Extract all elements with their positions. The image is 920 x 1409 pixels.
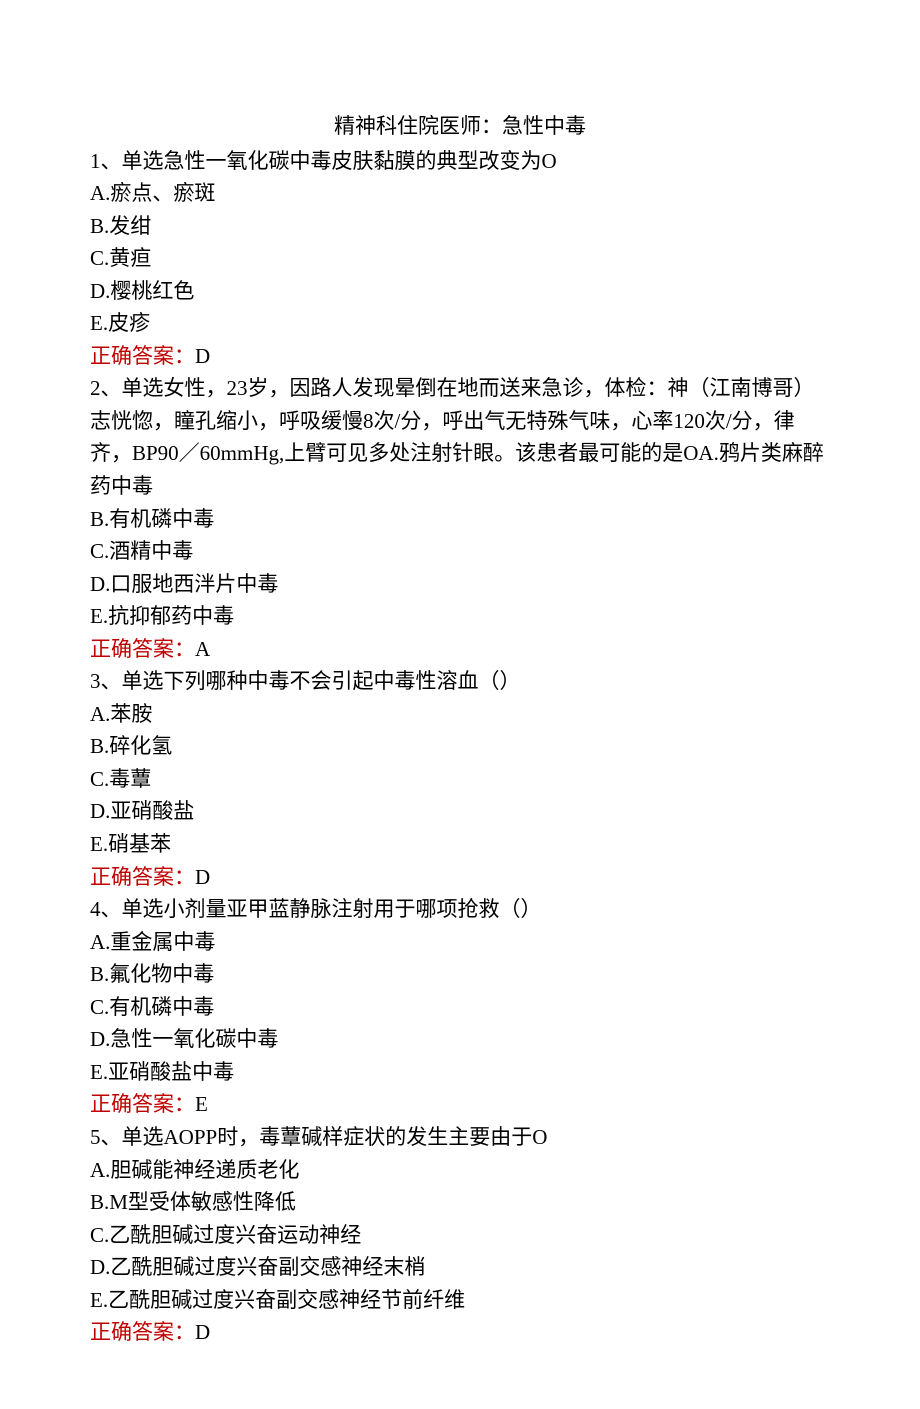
question-option: E.抗抑郁药中毒 — [90, 600, 830, 633]
answer-label: 正确答案： — [90, 865, 195, 889]
question-option: D.口服地西泮片中毒 — [90, 568, 830, 601]
question-option: B.碎化氢 — [90, 730, 830, 763]
question-option: D.亚硝酸盐 — [90, 795, 830, 828]
document-title: 精神科住院医师：急性中毒 — [90, 110, 830, 143]
answer-label: 正确答案： — [90, 1320, 195, 1344]
answer-label: 正确答案： — [90, 344, 195, 368]
answer-line: 正确答案：A — [90, 633, 830, 666]
question-stem: 4、单选小剂量亚甲蓝静脉注射用于哪项抢救（） — [90, 893, 830, 926]
answer-line: 正确答案：E — [90, 1088, 830, 1121]
question-stem: 1、单选急性一氧化碳中毒皮肤黏膜的典型改变为O — [90, 145, 830, 178]
answer-value: A — [195, 637, 210, 661]
question-option: A.苯胺 — [90, 698, 830, 731]
question-3: 3、单选下列哪种中毒不会引起中毒性溶血（） A.苯胺 B.碎化氢 C.毒蕈 D.… — [90, 665, 830, 893]
question-option: A.重金属中毒 — [90, 926, 830, 959]
question-stem: 2、单选女性，23岁，因路人发现晕倒在地而送来急诊，体检：神（江南博哥）志恍惚，… — [90, 372, 830, 502]
answer-line: 正确答案：D — [90, 340, 830, 373]
question-option: B.发绀 — [90, 210, 830, 243]
question-option: C.酒精中毒 — [90, 535, 830, 568]
question-2: 2、单选女性，23岁，因路人发现晕倒在地而送来急诊，体检：神（江南博哥）志恍惚，… — [90, 372, 830, 665]
answer-line: 正确答案：D — [90, 1316, 830, 1349]
question-option: D.急性一氧化碳中毒 — [90, 1023, 830, 1056]
question-option: E.乙酰胆碱过度兴奋副交感神经节前纤维 — [90, 1284, 830, 1317]
question-stem: 3、单选下列哪种中毒不会引起中毒性溶血（） — [90, 665, 830, 698]
question-option: E.硝基苯 — [90, 828, 830, 861]
question-option: C.毒蕈 — [90, 763, 830, 796]
answer-value: D — [195, 865, 210, 889]
question-option: B.有机磷中毒 — [90, 503, 830, 536]
question-5: 5、单选AOPP时，毒蕈碱样症状的发生主要由于O A.胆碱能神经递质老化 B.M… — [90, 1121, 830, 1349]
question-stem: 5、单选AOPP时，毒蕈碱样症状的发生主要由于O — [90, 1121, 830, 1154]
question-option: E.皮疹 — [90, 307, 830, 340]
question-option: E.亚硝酸盐中毒 — [90, 1056, 830, 1089]
question-option: C.有机磷中毒 — [90, 991, 830, 1024]
question-option: B.M型受体敏感性降低 — [90, 1186, 830, 1219]
answer-value: D — [195, 344, 210, 368]
answer-line: 正确答案：D — [90, 861, 830, 894]
question-option: A.胆碱能神经递质老化 — [90, 1154, 830, 1187]
answer-value: E — [195, 1092, 208, 1116]
question-option: B.氟化物中毒 — [90, 958, 830, 991]
answer-label: 正确答案： — [90, 1092, 195, 1116]
question-4: 4、单选小剂量亚甲蓝静脉注射用于哪项抢救（） A.重金属中毒 B.氟化物中毒 C… — [90, 893, 830, 1121]
answer-label: 正确答案： — [90, 637, 195, 661]
question-option: D.乙酰胆碱过度兴奋副交感神经末梢 — [90, 1251, 830, 1284]
question-option: C.黄疸 — [90, 242, 830, 275]
question-1: 1、单选急性一氧化碳中毒皮肤黏膜的典型改变为O A.瘀点、瘀斑 B.发绀 C.黄… — [90, 145, 830, 373]
answer-value: D — [195, 1320, 210, 1344]
question-option: C.乙酰胆碱过度兴奋运动神经 — [90, 1219, 830, 1252]
document-page: 精神科住院医师：急性中毒 1、单选急性一氧化碳中毒皮肤黏膜的典型改变为O A.瘀… — [0, 0, 920, 1409]
question-option: A.瘀点、瘀斑 — [90, 177, 830, 210]
question-option: D.樱桃红色 — [90, 275, 830, 308]
